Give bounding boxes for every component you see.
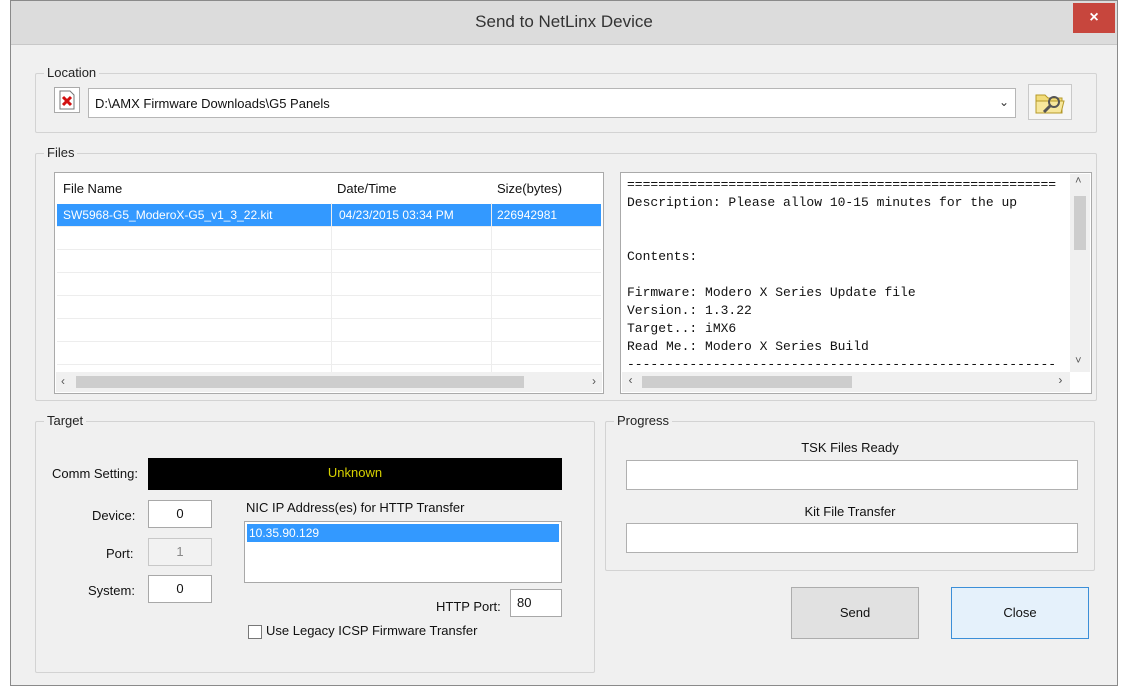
row-divider bbox=[57, 295, 601, 296]
target-group-label: Target bbox=[44, 413, 87, 428]
nic-ip-label: NIC IP Address(es) for HTTP Transfer bbox=[246, 500, 465, 515]
system-field[interactable]: 0 bbox=[148, 575, 212, 603]
column-date-time[interactable]: Date/Time bbox=[337, 181, 396, 196]
row-divider bbox=[57, 341, 601, 342]
device-field[interactable]: 0 bbox=[148, 500, 212, 528]
details-line: Read Me.: Modero X Series Build bbox=[627, 339, 869, 354]
details-line: Description: Please allow 10-15 minutes … bbox=[627, 195, 1018, 210]
kit-transfer-progress bbox=[626, 523, 1078, 553]
chevron-down-icon: ⌄ bbox=[998, 95, 1009, 109]
files-group: Files File Name Date/Time Size(bytes) SW… bbox=[35, 145, 1097, 401]
files-list-header: File Name Date/Time Size(bytes) bbox=[55, 173, 603, 203]
title-bar: Send to NetLinx Device × bbox=[11, 1, 1117, 45]
send-button[interactable]: Send bbox=[791, 587, 919, 639]
details-line: ----------------------------------------… bbox=[627, 357, 1057, 372]
scroll-left-icon[interactable]: ‹ bbox=[61, 374, 65, 388]
table-row[interactable]: SW5968-G5_ModeroX-G5_v1_3_22.kit 04/23/2… bbox=[57, 204, 601, 226]
details-vertical-scrollbar[interactable]: ˄ ˅ bbox=[1070, 174, 1090, 372]
comm-setting-display: Unknown bbox=[148, 458, 562, 490]
port-field: 1 bbox=[148, 538, 212, 566]
scroll-down-icon[interactable]: ˅ bbox=[1075, 356, 1082, 368]
scrollbar-thumb[interactable] bbox=[642, 376, 852, 388]
scroll-right-icon[interactable]: › bbox=[1057, 374, 1064, 388]
close-button[interactable]: Close bbox=[951, 587, 1089, 639]
files-horizontal-scrollbar[interactable]: ‹ › bbox=[56, 372, 602, 392]
tsk-files-progress bbox=[626, 460, 1078, 490]
kit-transfer-label: Kit File Transfer bbox=[804, 504, 896, 519]
column-divider bbox=[491, 203, 492, 373]
details-line: Target..: iMX6 bbox=[627, 321, 737, 336]
row-divider bbox=[57, 272, 601, 273]
http-port-field[interactable]: 80 bbox=[510, 589, 562, 617]
http-port-label: HTTP Port: bbox=[436, 599, 501, 614]
browse-folder-icon bbox=[1035, 94, 1065, 114]
scroll-up-icon[interactable]: ˄ bbox=[1075, 176, 1082, 188]
details-line: ========================================… bbox=[627, 177, 1057, 192]
files-group-label: Files bbox=[44, 145, 78, 160]
scrollbar-thumb[interactable] bbox=[76, 376, 524, 388]
window-close-button[interactable]: × bbox=[1073, 3, 1115, 33]
progress-group: Progress TSK Files Ready Kit File Transf… bbox=[605, 413, 1095, 571]
port-label: Port: bbox=[106, 546, 134, 561]
legacy-icsp-label[interactable]: Use Legacy ICSP Firmware Transfer bbox=[266, 623, 477, 638]
location-group-label: Location bbox=[44, 65, 100, 80]
system-label: System: bbox=[88, 583, 135, 598]
target-group: Target Comm Setting: Unknown Device: 0 P… bbox=[35, 413, 595, 673]
column-size[interactable]: Size(bytes) bbox=[497, 181, 562, 196]
progress-group-label: Progress bbox=[614, 413, 673, 428]
scrollbar-thumb[interactable] bbox=[1074, 196, 1086, 250]
files-list[interactable]: File Name Date/Time Size(bytes) SW5968-G… bbox=[54, 172, 604, 394]
details-line: Version.: 1.3.22 bbox=[627, 303, 752, 318]
list-item[interactable]: 10.35.90.129 bbox=[247, 524, 559, 542]
details-line: Contents: bbox=[627, 249, 698, 264]
column-file-name[interactable]: File Name bbox=[63, 181, 122, 196]
device-label: Device: bbox=[92, 508, 136, 523]
location-group: Location D:\AMX Firmware Downloads\G5 Pa… bbox=[35, 65, 1097, 133]
location-path-select[interactable]: D:\AMX Firmware Downloads\G5 Panels ⌄ bbox=[88, 88, 1016, 118]
scroll-left-icon[interactable]: ‹ bbox=[627, 374, 634, 388]
file-name-cell: SW5968-G5_ModeroX-G5_v1_3_22.kit bbox=[63, 208, 273, 222]
row-divider bbox=[57, 226, 601, 227]
send-to-netlinx-dialog: Send to NetLinx Device × Location D:\AMX… bbox=[10, 0, 1118, 686]
row-divider bbox=[57, 249, 601, 250]
comm-setting-label: Comm Setting: bbox=[52, 466, 138, 481]
details-horizontal-scrollbar[interactable]: ‹ › bbox=[622, 372, 1070, 392]
details-line: Firmware: Modero X Series Update file bbox=[627, 285, 916, 300]
window-title: Send to NetLinx Device bbox=[475, 12, 653, 31]
file-size-cell: 226942981 bbox=[497, 208, 558, 222]
file-datetime-cell: 04/23/2015 03:34 PM bbox=[339, 208, 454, 222]
location-path-value: D:\AMX Firmware Downloads\G5 Panels bbox=[95, 96, 330, 111]
kit-details-textbox[interactable]: ========================================… bbox=[620, 172, 1092, 394]
browse-folder-button[interactable] bbox=[1028, 84, 1072, 120]
column-divider bbox=[331, 203, 332, 373]
scroll-right-icon[interactable]: › bbox=[592, 374, 596, 388]
row-divider bbox=[57, 364, 601, 365]
file-delete-icon[interactable] bbox=[54, 87, 80, 113]
row-divider bbox=[57, 318, 601, 319]
tsk-files-label: TSK Files Ready bbox=[801, 440, 899, 455]
nic-ip-list[interactable]: 10.35.90.129 bbox=[244, 521, 562, 583]
legacy-icsp-checkbox[interactable] bbox=[248, 625, 262, 639]
